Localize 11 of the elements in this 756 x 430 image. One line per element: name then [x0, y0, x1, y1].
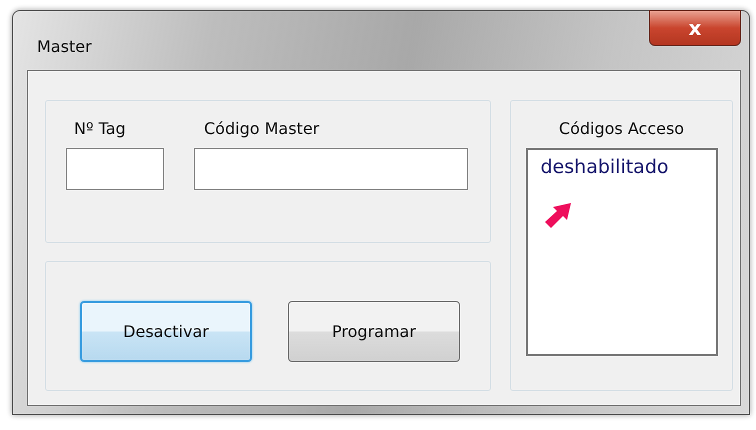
list-box[interactable]: deshabilitado [526, 148, 718, 356]
input-field[interactable] [66, 148, 164, 190]
list-item[interactable]: deshabilitado [540, 156, 669, 178]
window-title: Master [37, 37, 92, 56]
input-field[interactable] [194, 148, 468, 190]
field-label: Código Master [204, 119, 320, 138]
action-button[interactable]: Programar [288, 300, 460, 362]
field-label: Nº Tag [74, 119, 127, 138]
close-button[interactable]: x [649, 10, 741, 46]
action-button[interactable]: Desactivar [80, 300, 252, 362]
group-label: Códigos Acceso [558, 119, 684, 138]
